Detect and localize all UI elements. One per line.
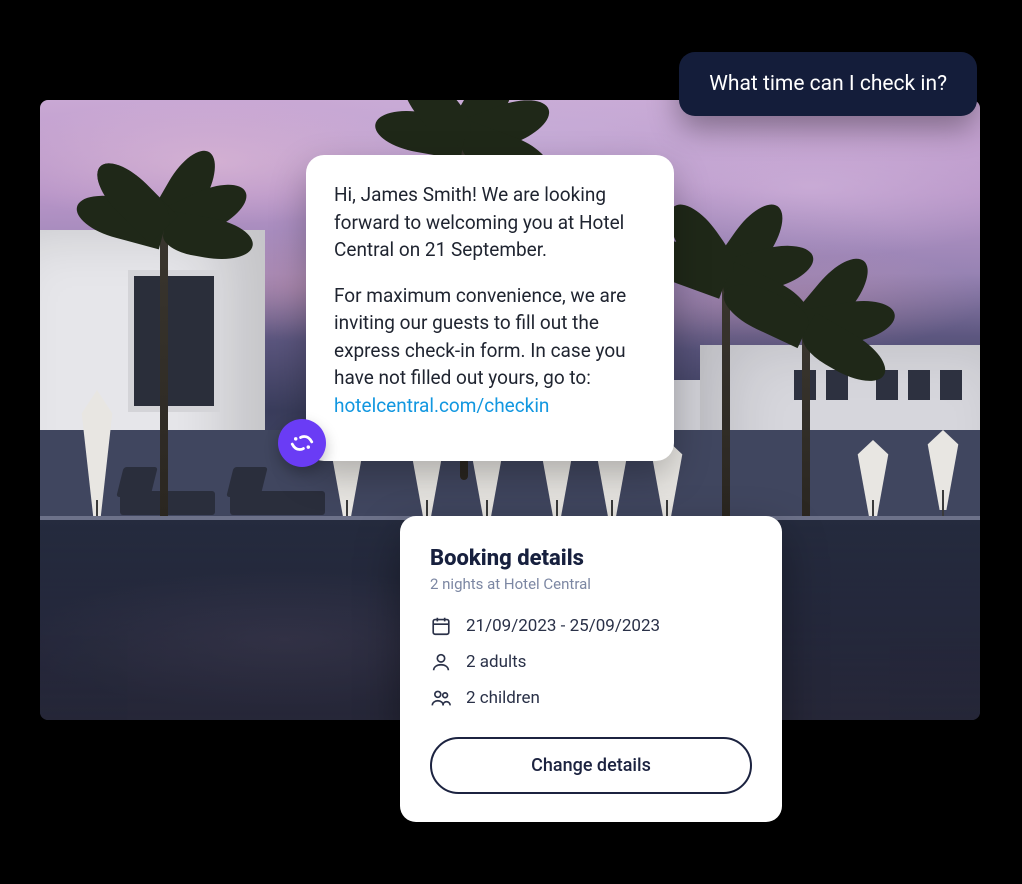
booking-subtitle: 2 nights at Hotel Central: [430, 575, 752, 593]
bot-avatar-icon: [278, 419, 326, 467]
booking-details-card: Booking details 2 nights at Hotel Centra…: [400, 516, 782, 822]
person-icon: [430, 651, 452, 673]
booking-children-text: 2 children: [466, 688, 540, 708]
assistant-paragraph-2: For maximum convenience, we are inviting…: [334, 282, 646, 420]
checkin-link[interactable]: hotelcentral.com/checkin: [334, 394, 549, 417]
assistant-chat-bubble: Hi, James Smith! We are looking forward …: [306, 155, 674, 461]
change-details-button[interactable]: Change details: [430, 737, 752, 794]
assistant-paragraph-1: Hi, James Smith! We are looking forward …: [334, 181, 646, 264]
people-icon: [430, 687, 452, 709]
user-message-text: What time can I check in?: [709, 72, 947, 96]
user-chat-bubble: What time can I check in?: [679, 52, 977, 116]
booking-children-row: 2 children: [430, 687, 752, 709]
calendar-icon: [430, 615, 452, 637]
booking-adults-row: 2 adults: [430, 651, 752, 673]
booking-dates-text: 21/09/2023 - 25/09/2023: [466, 616, 660, 636]
booking-title: Booking details: [430, 546, 752, 571]
booking-adults-text: 2 adults: [466, 652, 526, 672]
booking-dates-row: 21/09/2023 - 25/09/2023: [430, 615, 752, 637]
